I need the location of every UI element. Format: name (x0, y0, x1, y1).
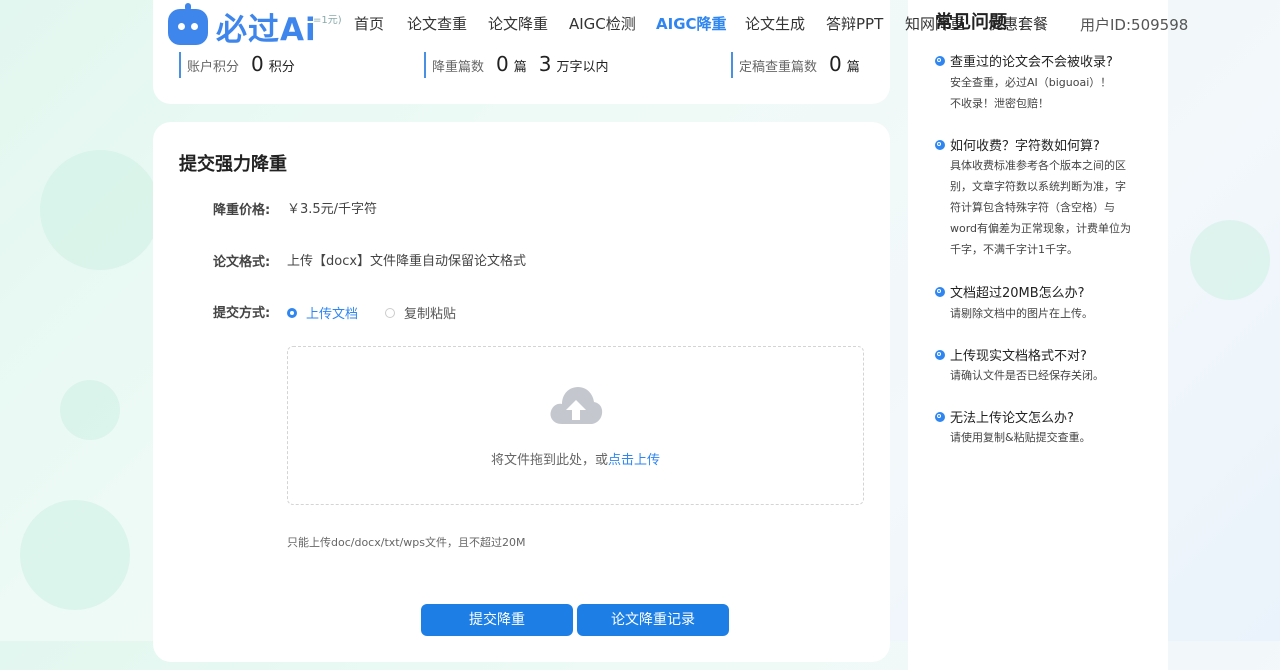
method-label: 提交方式: (213, 306, 271, 321)
robot-logo-icon (168, 2, 208, 45)
stat-reduce-words-unit: 万字以内 (556, 60, 609, 75)
nav-aigc-detect[interactable]: AIGC检测 (569, 13, 636, 34)
faq-title: 常见问题 (935, 12, 1007, 33)
stat-reduce-unit: 篇 (513, 60, 527, 75)
faq-question-text: 文档超过20MB怎么办? (950, 286, 1085, 301)
file-dropzone[interactable]: 将文件拖到此处，或点击上传 (287, 346, 864, 505)
background-blob (20, 500, 130, 610)
format-value: 上传【docx】文件降重自动保留论文格式 (287, 254, 527, 269)
logo-subtext: =1元) (313, 15, 342, 26)
stat-points-unit: 积分 (268, 60, 295, 75)
site-logo[interactable]: 必过Ai (168, 2, 317, 49)
stat-reduce-count: 降重篇数 0 篇 3 万字以内 (424, 52, 609, 78)
dropzone-instruction: 将文件拖到此处，或 (490, 453, 608, 468)
price-label: 降重价格: (213, 203, 271, 218)
logo-text: 必过Ai (216, 12, 317, 48)
dropzone-text: 将文件拖到此处，或点击上传 (288, 449, 863, 468)
cloud-upload-icon (550, 387, 603, 424)
nav-aigc-rewrite[interactable]: AIGC降重 (656, 13, 727, 34)
stat-final-check: 定稿查重篇数 0 篇 (731, 52, 860, 78)
question-icon (935, 55, 945, 66)
faq-question: 上传现实文档格式不对? (935, 345, 1087, 364)
faq-question: 查重过的论文会不会被收录? (935, 51, 1113, 70)
radio-dot (287, 307, 297, 318)
format-label: 论文格式: (213, 255, 271, 270)
rewrite-records-button[interactable]: 论文降重记录 (577, 604, 729, 636)
radio-upload-document[interactable]: 上传文档 (287, 303, 358, 322)
question-icon (935, 411, 945, 422)
stat-reduce-words-value: 3 (538, 52, 552, 76)
faq-question-text: 上传现实文档格式不对? (950, 349, 1087, 364)
nav-paper-generate[interactable]: 论文生成 (745, 13, 805, 34)
price-value: ￥3.5元/千字符 (287, 202, 378, 217)
question-icon (935, 349, 945, 360)
form-title: 提交强力降重 (179, 154, 287, 175)
stat-points: 账户积分 0 积分 (179, 52, 295, 78)
nav-defense-ppt[interactable]: 答辩PPT (826, 13, 883, 34)
stat-final-value: 0 (829, 52, 842, 76)
question-icon (935, 139, 945, 150)
radio-dot (385, 307, 395, 318)
faq-question: 无法上传论文怎么办? (935, 407, 1074, 426)
radio-copy-paste[interactable]: 复制粘贴 (385, 303, 456, 322)
nav-paper-rewrite[interactable]: 论文降重 (488, 13, 548, 34)
faq-answer: 请确认文件是否已经保存关闭。 (950, 369, 1104, 382)
stat-points-value: 0 (251, 52, 264, 76)
faq-answer: 安全查重，必过AI（biguoai）！ 不收录！泄密包赔！ (950, 76, 1112, 110)
faq-answer: 请使用复制&粘贴提交查重。 (950, 431, 1091, 444)
stat-points-label: 账户积分 (187, 60, 240, 75)
background-blob (40, 150, 160, 270)
question-icon (935, 286, 945, 297)
submit-rewrite-button[interactable]: 提交降重 (421, 604, 573, 636)
faq-question-text: 查重过的论文会不会被收录? (950, 55, 1113, 70)
faq-answer: 具体收费标准参考各个版本之间的区别，文章字符数以系统判断为准，字符计算包含特殊字… (950, 159, 1132, 256)
faq-question-text: 如何收费？字符数如何算? (950, 139, 1100, 154)
faq-question: 如何收费？字符数如何算? (935, 135, 1100, 154)
nav-home[interactable]: 首页 (354, 13, 384, 34)
stat-reduce-label: 降重篇数 (432, 60, 485, 75)
faq-answer: 请剔除文档中的图片在上传。 (950, 307, 1093, 320)
user-id[interactable]: 用户ID:509598 (1080, 14, 1188, 35)
stat-final-unit: 篇 (846, 60, 860, 75)
nav-plagiarism-check[interactable]: 论文查重 (407, 13, 467, 34)
upload-hint: 只能上传doc/docx/txt/wps文件，且不超过20M (287, 536, 526, 549)
faq-question: 文档超过20MB怎么办? (935, 282, 1085, 301)
background-blob (1190, 220, 1270, 300)
faq-question-text: 无法上传论文怎么办? (950, 411, 1074, 426)
radio-upload-label: 上传文档 (306, 307, 359, 322)
background-blob (60, 380, 120, 440)
radio-paste-label: 复制粘贴 (404, 307, 457, 322)
click-upload-link[interactable]: 点击上传 (608, 453, 660, 468)
stat-reduce-value: 0 (496, 52, 509, 76)
stat-final-label: 定稿查重篇数 (739, 60, 818, 75)
